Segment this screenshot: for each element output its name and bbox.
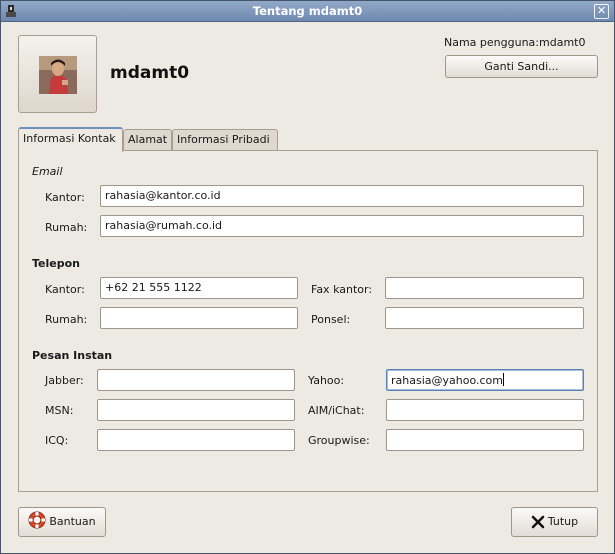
about-me-dialog: Tentang mdamt0 ✕ mdamt0 Nama pengguna: m… xyxy=(0,0,615,554)
close-button-label: Tutup xyxy=(547,515,579,528)
groupwise-field[interactable] xyxy=(386,429,584,451)
tab-contact-info[interactable]: Informasi Kontak xyxy=(18,127,123,152)
aim-label: AIM/iChat: xyxy=(308,404,365,417)
mobile-label: Ponsel: xyxy=(311,313,351,326)
text-caret xyxy=(502,373,504,386)
groupwise-label: Groupwise: xyxy=(308,434,370,447)
jabber-field[interactable] xyxy=(97,369,295,391)
username-value: mdamt0 xyxy=(539,36,586,49)
close-icon: ✕ xyxy=(596,4,607,17)
phone-heading: Telepon xyxy=(32,257,80,270)
phone-work-label: Kantor: xyxy=(45,283,85,296)
email-home-label: Rumah: xyxy=(45,221,88,234)
icq-label: ICQ: xyxy=(45,434,69,447)
msn-label: MSN: xyxy=(45,404,74,417)
email-home-field[interactable]: rahasia@rumah.co.id xyxy=(100,215,584,237)
title-bar[interactable]: Tentang mdamt0 ✕ xyxy=(1,1,614,22)
yahoo-field[interactable]: rahasia@yahoo.com xyxy=(386,369,584,391)
contact-info-panel: Email Kantor: rahasia@kantor.co.id Rumah… xyxy=(18,150,598,492)
yahoo-field-value: rahasia@yahoo.com xyxy=(391,374,503,387)
aim-field[interactable] xyxy=(386,399,584,421)
help-button-label: Bantuan xyxy=(49,515,96,528)
email-heading: Email xyxy=(32,165,63,178)
fax-label: Fax kantor: xyxy=(311,283,373,296)
display-name: mdamt0 xyxy=(110,63,190,83)
close-x-icon xyxy=(531,515,545,529)
jabber-label: Jabber: xyxy=(45,374,84,387)
tab-address[interactable]: Alamat xyxy=(123,129,172,151)
help-button[interactable]: Bantuan xyxy=(18,507,106,537)
close-button[interactable]: Tutup xyxy=(511,507,598,537)
lifebuoy-icon xyxy=(28,511,46,529)
window-close-button[interactable]: ✕ xyxy=(594,4,609,19)
tab-personal-info[interactable]: Informasi Pribadi xyxy=(172,129,278,151)
fax-field[interactable] xyxy=(385,277,584,299)
email-work-label: Kantor: xyxy=(45,191,85,204)
im-heading: Pesan Instan xyxy=(32,349,113,362)
avatar xyxy=(39,56,77,94)
icq-field[interactable] xyxy=(97,429,295,451)
window-title: Tentang mdamt0 xyxy=(252,4,363,18)
username-label: Nama pengguna: xyxy=(444,36,539,49)
change-password-button[interactable]: Ganti Sandi... xyxy=(445,55,598,78)
yahoo-label: Yahoo: xyxy=(308,374,345,387)
phone-home-field[interactable] xyxy=(100,307,298,329)
phone-work-field[interactable]: +62 21 555 1122 xyxy=(100,277,298,299)
email-work-field[interactable]: rahasia@kantor.co.id xyxy=(100,185,584,207)
mobile-field[interactable] xyxy=(385,307,584,329)
msn-field[interactable] xyxy=(97,399,295,421)
phone-home-label: Rumah: xyxy=(45,313,88,326)
avatar-button[interactable] xyxy=(18,35,97,113)
